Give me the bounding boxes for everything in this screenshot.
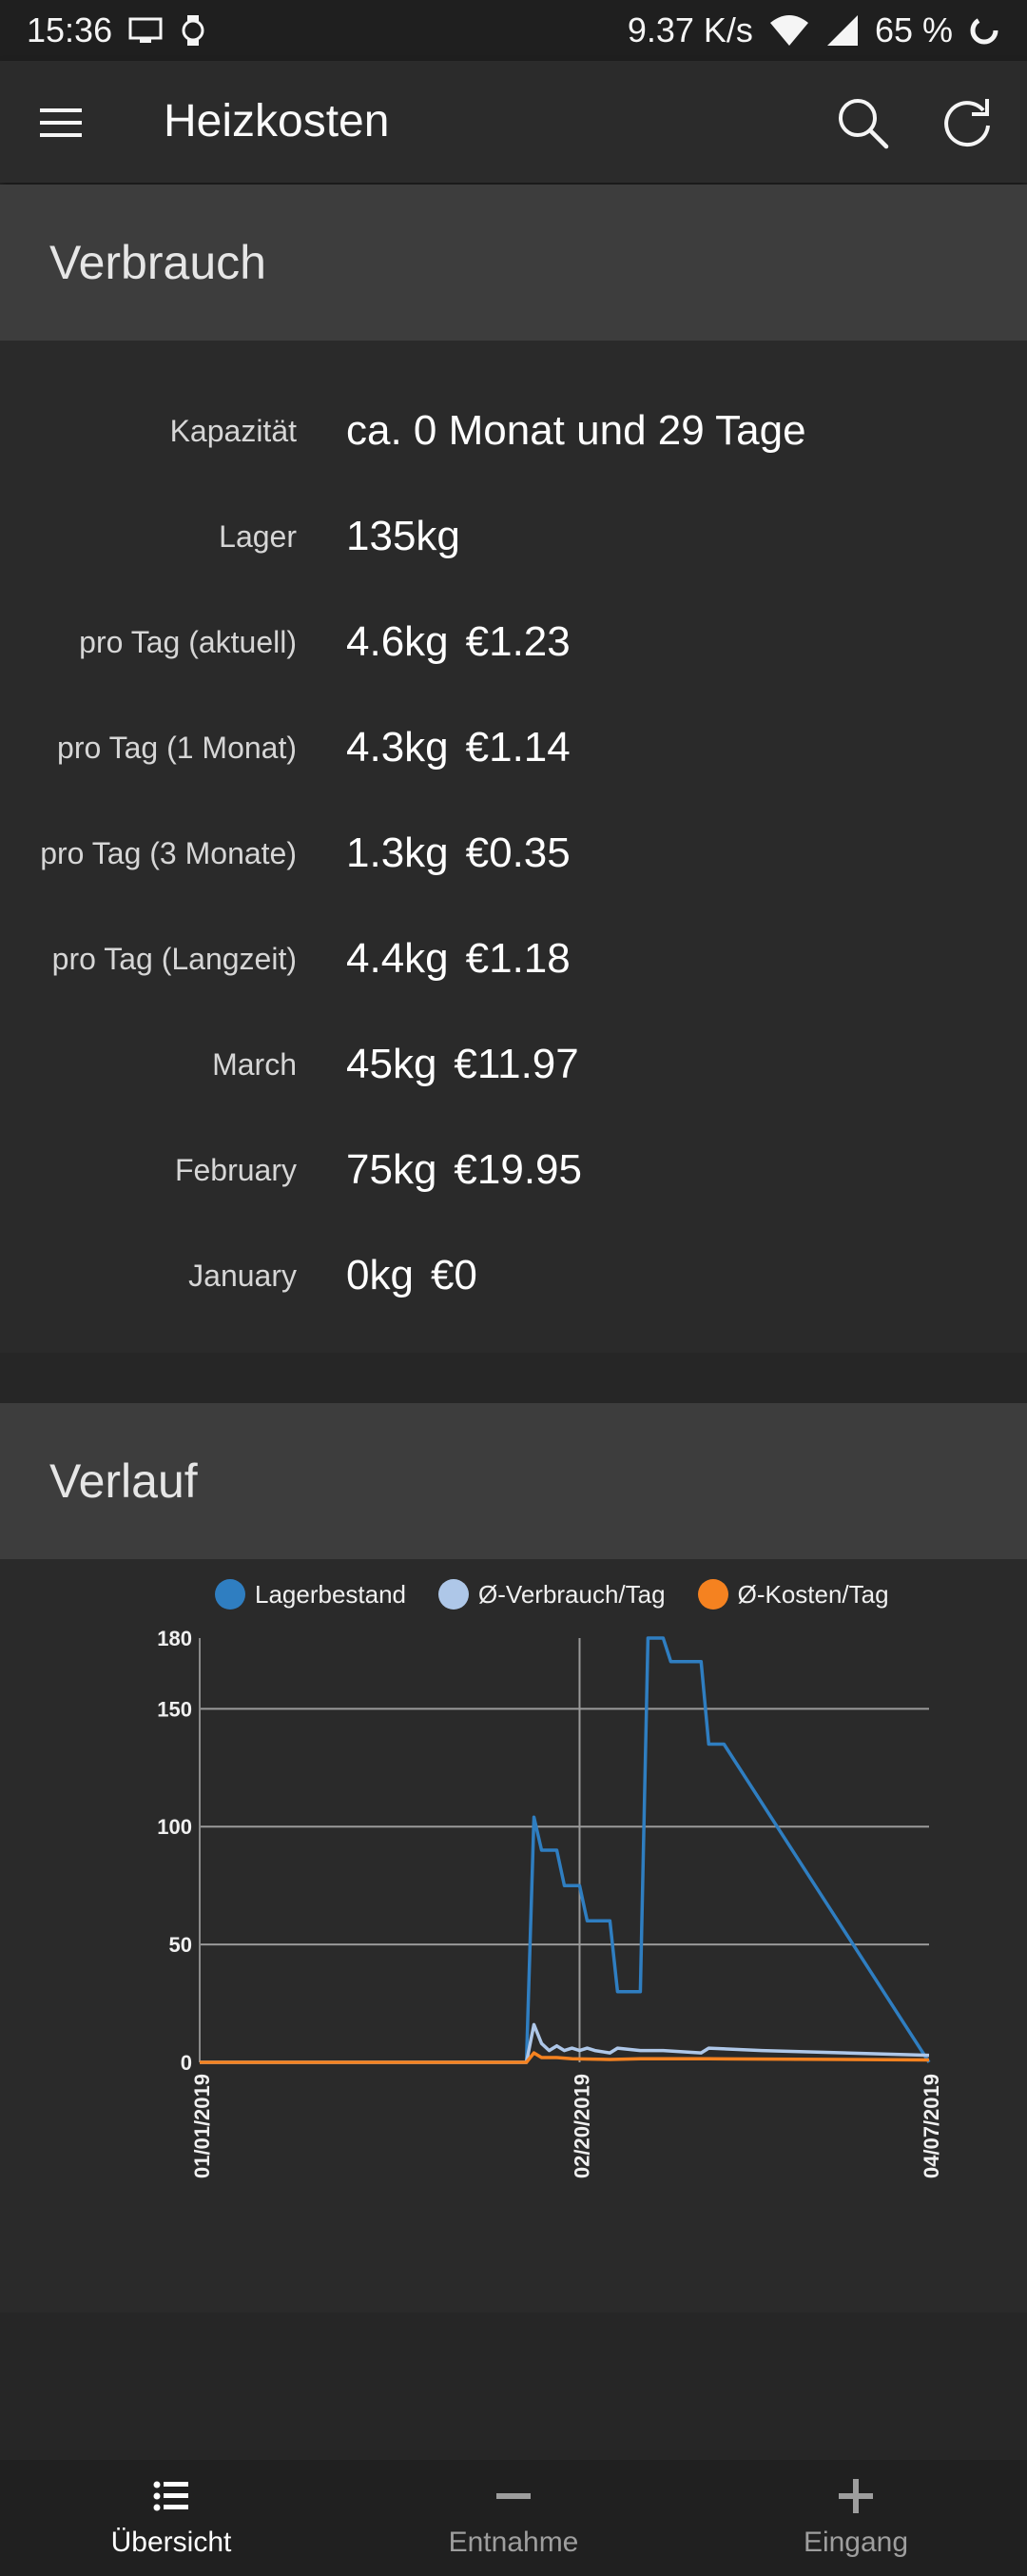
status-bar: 15:36 9.37 K/s 65 % [0,0,1027,61]
stat-cost: €19.95 [454,1146,582,1193]
stat-amount: 135kg [346,513,460,559]
nav-entnahme[interactable]: Entnahme [342,2460,685,2576]
stat-value: 4.6kg €1.23 [346,590,571,694]
stat-cost: €0 [430,1252,477,1298]
menu-icon[interactable] [38,99,86,146]
y-tick-label: 180 [157,1627,192,1650]
nav-label: Eingang [803,2527,909,2558]
legend-label: Ø-Verbrauch/Tag [478,1579,666,1609]
stat-row: Lager 135kg [0,484,1027,589]
legend-item-lagerbestand[interactable]: Lagerbestand [215,1579,406,1610]
stat-value: 4.4kg €1.18 [346,907,571,1011]
stat-cost: €1.14 [465,724,571,771]
search-icon[interactable] [835,95,890,150]
stat-amount: 75kg [346,1146,437,1193]
stat-amount: 1.3kg [346,829,449,876]
stat-row: January 0kg €0 [0,1223,1027,1328]
watch-icon [182,15,204,46]
nav-label: Übersicht [110,2527,232,2558]
app-bar: Heizkosten [0,61,1027,183]
stat-value: 4.3kg €1.14 [346,695,571,800]
stat-row: pro Tag (1 Monat) 4.3kg €1.14 [0,695,1027,800]
y-tick-label: 150 [157,1697,192,1721]
legend-label: Ø-Kosten/Tag [737,1579,889,1609]
section-header-verlauf: Verlauf [0,1403,1027,1559]
page-title: Heizkosten [164,96,390,146]
legend-item-verbrauch[interactable]: Ø-Verbrauch/Tag [438,1579,666,1610]
stat-value: ca. 0 Monat und 29 Tage [346,379,806,483]
verlauf-chart: 0 50 100 150 180 01/01/2019 02/20/2019 04/07/20… [157,1627,943,2178]
y-tick-label: 0 [181,2051,192,2075]
stat-amount: ca. 0 Monat und 29 Tage [346,407,806,454]
stat-label: pro Tag (aktuell) [79,625,297,659]
cell-signal-icon [826,15,858,46]
stat-label: Kapazität [169,414,297,448]
plus-icon [839,2479,873,2513]
refresh-icon[interactable] [940,95,995,150]
screen-cast-icon [128,17,163,43]
stat-value: 0kg €0 [346,1223,477,1328]
list-icon [153,2481,188,2511]
series-line-3 [200,2051,930,2064]
status-time: 15:36 [27,10,113,49]
stat-row: pro Tag (Langzeit) 4.4kg €1.18 [0,907,1027,1011]
section-header-verbrauch: Verbrauch [0,185,1027,341]
x-tick-label: 04/07/2019 [920,2074,943,2178]
legend-swatch [438,1579,470,1610]
legend-swatch [697,1579,728,1610]
stat-label: pro Tag (Langzeit) [51,942,297,976]
stat-cost: €0.35 [465,829,571,876]
stat-value: 75kg €19.95 [346,1118,582,1222]
verbrauch-card: Kapazität ca. 0 Monat und 29 Tage Lager 135… [0,341,1027,1353]
battery-icon [970,16,998,45]
x-tick-label: 02/20/2019 [570,2074,593,2178]
stat-label: March [212,1047,297,1082]
y-tick-label: 100 [157,1815,192,1839]
stat-value: 45kg €11.97 [346,1012,579,1117]
minus-icon [496,2493,531,2499]
stat-amount: 45kg [346,1041,437,1087]
stat-amount: 4.3kg [346,724,449,771]
nav-uebersicht[interactable]: Übersicht [0,2460,342,2576]
stat-cost: €1.18 [465,935,571,982]
y-tick-label: 50 [169,1933,192,1957]
stat-row: pro Tag (3 Monate) 1.3kg €0.35 [0,801,1027,906]
stat-amount: 4.4kg [346,935,449,982]
legend-item-kosten[interactable]: Ø-Kosten/Tag [697,1579,889,1610]
stat-row: pro Tag (aktuell) 4.6kg €1.23 [0,590,1027,694]
nav-eingang[interactable]: Eingang [685,2460,1027,2576]
stat-label: February [174,1153,297,1187]
stat-amount: 4.6kg [346,618,449,665]
series-line-1 [200,1636,931,2064]
stat-cost: €11.97 [454,1041,579,1087]
legend-swatch [215,1579,245,1610]
bottom-nav: Übersicht Entnahme Eingang [0,2460,1027,2576]
network-speed: 9.37 K/s [627,10,753,49]
battery-percent: 65 % [874,10,953,49]
legend-label: Lagerbestand [255,1579,407,1609]
wifi-icon [769,15,808,46]
stat-label: pro Tag (3 Monate) [40,836,297,870]
stat-amount: 0kg [346,1252,414,1298]
stat-value: 135kg [346,484,460,589]
stat-row: February 75kg €19.95 [0,1118,1027,1222]
x-tick-label: 01/01/2019 [190,2074,214,2178]
stat-cost: €1.23 [465,618,571,665]
stat-value: 1.3kg €0.35 [346,801,571,906]
stat-row: March 45kg €11.97 [0,1012,1027,1117]
stat-label: pro Tag (1 Monat) [57,731,297,765]
stat-label: Lager [219,519,297,554]
chart-legend: Lagerbestand Ø-Verbrauch/Tag Ø-Kosten/Ta… [215,1579,889,1610]
stat-label: January [188,1259,297,1293]
stat-row: Kapazität ca. 0 Monat und 29 Tage [0,379,1027,483]
nav-label: Entnahme [448,2527,579,2558]
